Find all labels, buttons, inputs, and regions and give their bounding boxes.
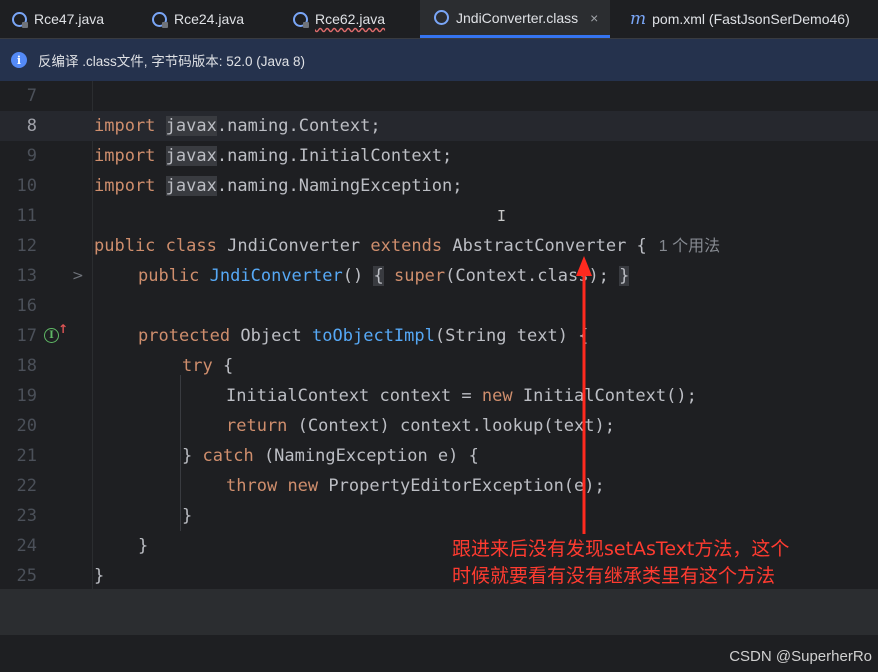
annotation-line: 时候就要看有没有继承类里有这个方法 [452,565,776,587]
annotation-line: 跟进来后没有发现setAsText方法，这个 [452,538,790,560]
watermark: CSDN @SuperherRo [729,648,872,665]
annotation-note: 跟进来后没有发现setAsText方法，这个 时候就要看有没有继承类里有这个方法 [452,536,789,590]
editor-bottom-panel [0,589,878,635]
arrow-head [576,256,592,276]
